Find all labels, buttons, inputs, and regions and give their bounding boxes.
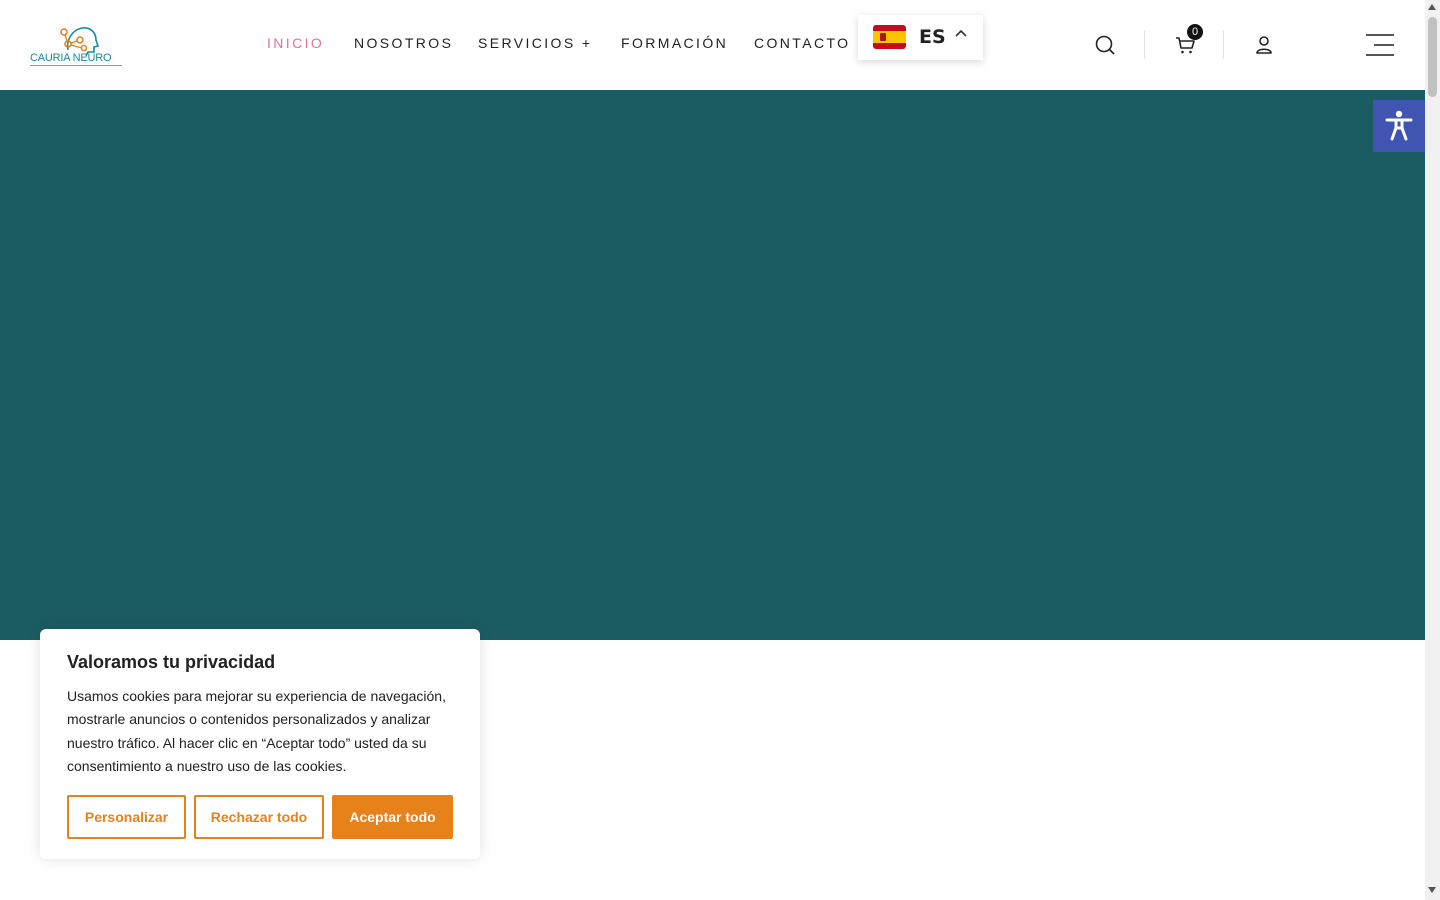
- spain-flag-icon: [873, 25, 906, 49]
- chevron-up-icon: [955, 29, 967, 37]
- user-icon[interactable]: [1252, 33, 1276, 57]
- customize-button[interactable]: Personalizar: [67, 795, 186, 839]
- accessibility-button[interactable]: [1373, 100, 1425, 152]
- logo[interactable]: CAURIA NEURO: [28, 22, 124, 68]
- language-code: ES: [919, 26, 946, 48]
- scroll-up-arrow-icon[interactable]: [1428, 4, 1436, 10]
- cookie-consent-banner: Valoramos tu privacidad Usamos cookies p…: [40, 629, 480, 859]
- cookie-description: Usamos cookies para mejorar su experienc…: [67, 688, 446, 774]
- nav-item-contacto[interactable]: CONTACTO: [754, 35, 850, 51]
- nav-item-inicio[interactable]: INICIO: [267, 35, 324, 51]
- accessibility-icon: [1385, 110, 1413, 141]
- reject-all-button[interactable]: Rechazar todo: [194, 795, 324, 839]
- scroll-down-arrow-icon[interactable]: [1428, 887, 1436, 893]
- cart-count-badge: 0: [1187, 24, 1203, 40]
- search-icon[interactable]: [1093, 33, 1117, 57]
- cookie-title: Valoramos tu privacidad: [67, 652, 276, 672]
- language-switcher[interactable]: ES: [858, 15, 983, 60]
- logo-underline: [30, 65, 122, 66]
- page-scrollbar[interactable]: [1425, 0, 1440, 900]
- accept-all-button[interactable]: Aceptar todo: [332, 795, 453, 839]
- nav-item-formacion[interactable]: FORMACIÓN: [621, 35, 728, 51]
- scroll-thumb[interactable]: [1428, 17, 1437, 97]
- hero-banner: [0, 90, 1425, 640]
- header-divider: [1223, 30, 1224, 59]
- logo-text: CAURIA NEURO: [30, 52, 112, 64]
- nav-item-nosotros[interactable]: NOSOTROS: [354, 35, 453, 51]
- site-header: CAURIA NEURO INICIO NOSOTROS SERVICIOS +…: [0, 0, 1425, 90]
- nav-item-servicios[interactable]: SERVICIOS +: [478, 35, 592, 51]
- menu-icon[interactable]: [1366, 32, 1396, 58]
- header-divider: [1144, 30, 1145, 59]
